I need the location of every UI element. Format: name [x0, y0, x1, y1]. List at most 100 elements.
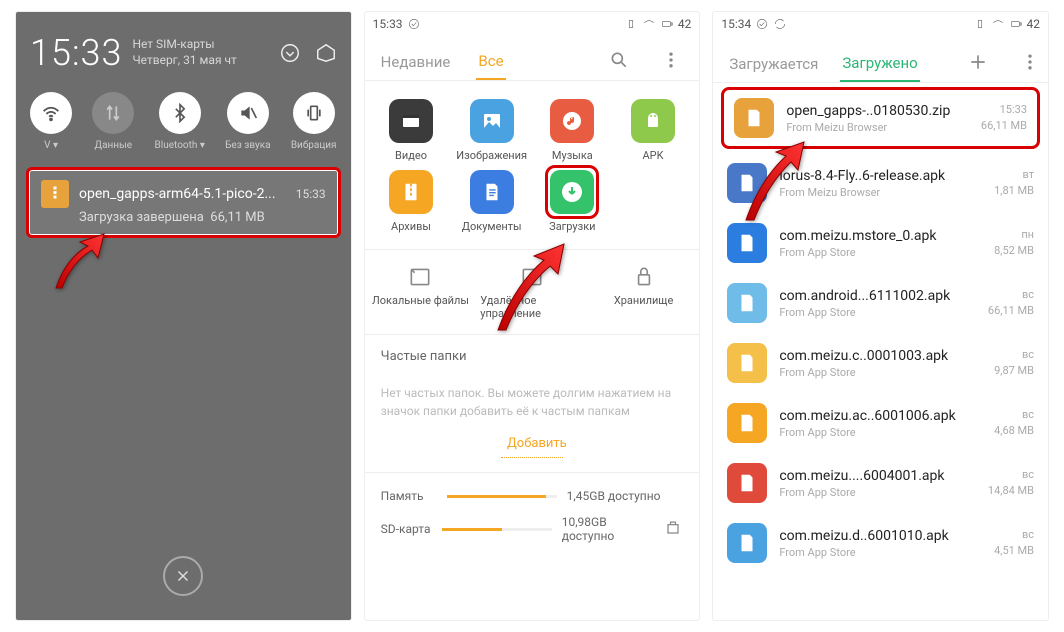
location-label: Локальные файлы — [372, 294, 469, 307]
archive-icon — [41, 180, 69, 208]
location-item[interactable]: Локальные файлы — [365, 250, 477, 334]
header-icons — [279, 42, 337, 64]
file-source: From App Store — [779, 486, 976, 499]
download-item[interactable]: com.meizu.d..6001010.apkFrom App Storeвс… — [713, 513, 1048, 573]
storage-avail: 1,45GB доступно — [567, 489, 661, 503]
file-name: com.android...6111002.apk — [779, 288, 976, 304]
category-label: Музыка — [552, 149, 593, 162]
category-Архивы[interactable]: Архивы — [371, 170, 452, 233]
clear-notifications-button[interactable] — [163, 556, 203, 596]
battery-level: 42 — [678, 17, 692, 31]
download-item[interactable]: lorus-8.4-Fly..6-release.apkFrom Meizu B… — [713, 153, 1048, 213]
tab-recent[interactable]: Недавние — [379, 45, 453, 79]
storage-name: Память — [381, 489, 437, 503]
file-name: com.meizu.ac..6001006.apk — [779, 408, 982, 424]
expand-icon[interactable] — [279, 42, 301, 64]
download-item[interactable]: com.meizu.ac..6001006.apkFrom App Storeв… — [713, 393, 1048, 453]
category-icon — [550, 99, 594, 143]
category-label: Изображения — [456, 149, 527, 162]
status-bar: 15:34 42 — [713, 12, 1048, 36]
download-notification[interactable]: open_gapps-arm64-5.1-pico-2... 15:33 Заг… — [26, 167, 341, 238]
category-Изображения[interactable]: Изображения — [451, 99, 532, 162]
category-Загрузки[interactable]: Загрузки — [532, 170, 613, 233]
clock-row: 15:33 Нет SIM-карты Четверг, 31 мая чт — [16, 12, 351, 82]
location-item[interactable]: Удалённое управление — [476, 250, 588, 334]
toggle-wifi[interactable]: V ▾ — [30, 92, 72, 151]
sync-icon — [773, 17, 787, 31]
file-source: From Meizu Browser — [779, 186, 982, 199]
location-item[interactable]: Хранилище — [588, 250, 700, 334]
locations-row: Локальные файлы Удалённое управлениеХрани… — [365, 249, 700, 335]
tab-all[interactable]: Все — [476, 44, 505, 80]
check-icon — [407, 17, 421, 31]
tab-downloaded[interactable]: Загружено — [840, 46, 919, 82]
battery-level: 42 — [1027, 17, 1041, 31]
file-name: open_gapps-..0180530.zip — [786, 103, 969, 119]
file-icon — [727, 283, 767, 323]
file-name: com.meizu.c..0001003.apk — [779, 348, 982, 364]
sd-icon — [663, 518, 683, 541]
check-icon — [755, 17, 769, 31]
file-icon — [727, 343, 767, 383]
file-source: From App Store — [779, 426, 982, 439]
phone-downloads: 15:34 42 Загружается Загружено open_gapp… — [713, 12, 1048, 620]
category-label: Видео — [395, 149, 427, 162]
more-icon[interactable] — [1016, 48, 1044, 80]
category-icon — [470, 99, 514, 143]
category-Музыка[interactable]: Музыка — [532, 99, 613, 162]
toggle-data[interactable]: Данные — [92, 92, 134, 151]
category-APK[interactable]: APK — [613, 99, 694, 162]
storage-name: SD-карта — [381, 522, 432, 536]
add-icon[interactable] — [960, 48, 996, 80]
battery-icon — [1009, 17, 1023, 31]
file-icon — [727, 403, 767, 443]
toggle-bluetooth[interactable]: Bluetooth ▾ — [155, 92, 205, 151]
download-item[interactable]: com.android...6111002.apkFrom App Storeв… — [713, 273, 1048, 333]
wifi-icon — [991, 17, 1005, 31]
fm-tabs: Недавние Все — [365, 36, 700, 81]
more-icon[interactable] — [657, 46, 685, 78]
storage-row[interactable]: Память 1,45GB доступно — [381, 483, 684, 509]
vibrate-icon — [624, 17, 638, 31]
file-source: From App Store — [779, 546, 982, 559]
file-meta: вс9,87 MB — [994, 347, 1034, 380]
clock: 15:33 — [30, 32, 122, 74]
search-icon[interactable] — [605, 46, 633, 78]
download-item[interactable]: com.meizu.mstore_0.apkFrom App Storeпн8,… — [713, 213, 1048, 273]
download-item[interactable]: com.meizu.c..0001003.apkFrom App Storeвс… — [713, 333, 1048, 393]
file-icon — [727, 523, 767, 563]
settings-icon[interactable] — [315, 42, 337, 64]
status-bar: 15:33 42 — [365, 12, 700, 36]
category-icon — [389, 170, 433, 214]
file-source: From App Store — [779, 246, 982, 259]
battery-icon — [660, 17, 674, 31]
date: Четверг, 31 мая чт — [132, 53, 236, 69]
download-item[interactable]: com.meizu....6004001.apkFrom App Storeвс… — [713, 453, 1048, 513]
toggle-vibrate[interactable]: Вибрация — [291, 92, 337, 151]
file-icon — [734, 98, 774, 138]
toggle-mute[interactable]: Без звука — [225, 92, 270, 151]
file-meta: вс4,51 MB — [994, 527, 1034, 560]
download-item[interactable]: open_gapps-..0180530.zip From Meizu Brows… — [721, 87, 1040, 149]
file-meta: вт1,81 MB — [994, 167, 1034, 200]
notification-title: open_gapps-arm64-5.1-pico-2... — [79, 186, 286, 202]
downloads-list: open_gapps-..0180530.zip From Meizu Brows… — [713, 87, 1048, 573]
phone-file-manager: 15:33 42 Недавние Все Видео Изображения Му… — [365, 12, 700, 620]
storage-avail: 10,98GB доступно — [562, 515, 654, 543]
file-icon — [727, 223, 767, 263]
toggle-label: Данные — [95, 140, 133, 151]
category-Видео[interactable]: Видео — [371, 99, 452, 162]
category-label: Загрузки — [549, 220, 595, 233]
storage-row[interactable]: SD-карта 10,98GB доступно — [381, 509, 684, 549]
toggle-label: Bluetooth ▾ — [155, 140, 205, 151]
frequent-folders-title: Частые папки — [365, 335, 700, 378]
tab-downloading[interactable]: Загружается — [727, 47, 820, 81]
category-icon — [389, 99, 433, 143]
wifi-icon — [642, 17, 656, 31]
file-source: From Meizu Browser — [786, 121, 969, 134]
category-Документы[interactable]: Документы — [451, 170, 532, 233]
sim-date: Нет SIM-карты Четверг, 31 мая чт — [132, 37, 236, 68]
toggle-label: V ▾ — [44, 140, 58, 151]
file-meta: пн8,52 MB — [994, 227, 1034, 260]
add-button[interactable]: Добавить — [501, 430, 563, 458]
